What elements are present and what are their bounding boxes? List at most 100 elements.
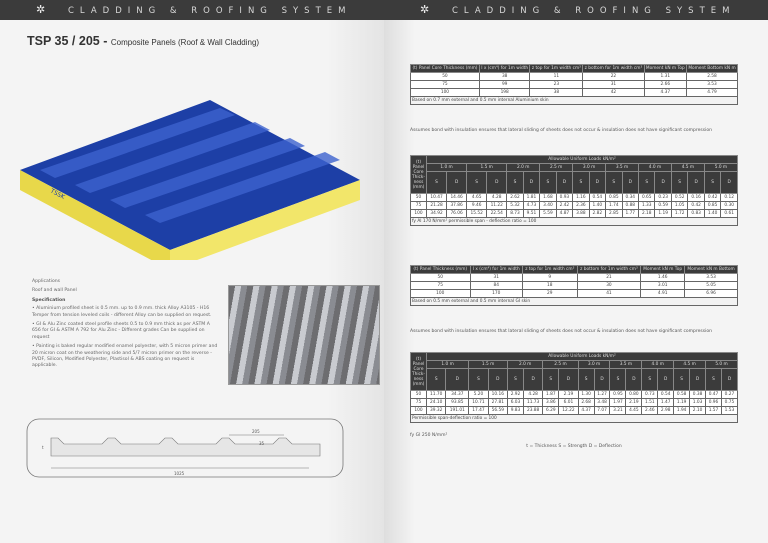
deflection-header: D (687, 171, 705, 194)
profile-drawing: 205 35 t 1025 (26, 418, 344, 478)
table-row: 75 21.28 37.86 9.46 11.22 5.32 4.73 3.40 2.42 2.3… (410, 201, 738, 210)
applications-heading: Applications (32, 279, 61, 284)
table-cell: 0.27 (720, 390, 739, 399)
table-cell: 10.16 (487, 390, 509, 399)
table-note: fy Al 170 N/mm² permissible span - defle… (410, 217, 738, 226)
strength-header: S (637, 171, 656, 194)
strength-header: S (506, 171, 524, 194)
table-cell: 191.01 (445, 406, 470, 415)
table-note: Permissible span-deflection ratio = 100 (410, 414, 738, 423)
table-cell: 0.54 (588, 193, 607, 202)
table-cell: 9.51 (522, 209, 541, 218)
table-cell: 1.53 (720, 406, 739, 415)
table-cell: 0.61 (720, 209, 738, 218)
table-cell: 170 (469, 289, 523, 298)
column-header: z bottom for 1m width cm³ (576, 265, 642, 274)
span-header: 1.0 m (425, 360, 470, 369)
table-cell: 9.83 (507, 406, 524, 415)
column-header: I x (cm⁴) for 1m width (469, 265, 523, 274)
column-header: (t) Panel Thickness (mm) (410, 265, 471, 274)
table-cell: 1.74 (605, 201, 623, 210)
column-header: (t) Panel Core Thickness (mm) (410, 64, 480, 73)
table-cell: 1.19 (673, 398, 691, 407)
table-cell: 6.96 (684, 289, 738, 298)
table-cell: 27.81 (487, 398, 509, 407)
table-cell: 30 (576, 281, 642, 290)
section-properties-table-aluminium: (t) Panel Core Thickness (mm) I x (cm⁴) f… (410, 64, 739, 105)
strength-header: S (468, 368, 489, 391)
pitch-dimension: 205 (252, 429, 260, 434)
table-cell: 7.07 (593, 406, 611, 415)
thickness-dimension: t (42, 445, 44, 450)
table-cell: 0.85 (605, 193, 623, 202)
span-header: 1.5 m (468, 360, 509, 369)
table-cell: 3.21 (609, 406, 627, 415)
span-header: 4.0 m (641, 360, 675, 369)
deflection-header: D (522, 171, 541, 194)
table-cell: 0.83 (687, 209, 705, 218)
specification-heading: Specification (32, 297, 66, 303)
deflection-header: D (625, 368, 643, 391)
table-cell: 2.46 (641, 406, 659, 415)
table-cell: 1.81 (522, 193, 541, 202)
column-header: (t) Panel Core Thick-ness (mm) (410, 352, 427, 391)
deflection-header: D (593, 368, 611, 391)
deflection-header: D (487, 368, 509, 391)
deflection-header: D (522, 368, 544, 391)
table-cell: 0.96 (705, 398, 722, 407)
strength-header: S (641, 368, 659, 391)
table-cell: 1.46 (640, 273, 686, 282)
table-cell: 6.29 (542, 406, 560, 415)
table-cell: 50 (410, 273, 471, 282)
table-cell: 1.27 (593, 390, 611, 399)
table-cell: 1.47 (657, 398, 675, 407)
table-cell: 1.31 (643, 72, 687, 81)
table-cell: 0.42 (703, 193, 722, 202)
table-cell: 1.94 (673, 406, 691, 415)
table-row: 50 38 11 22 1.31 2.58 (410, 72, 739, 81)
span-header: 2.5 m (539, 163, 574, 172)
header-right: ✲ CLADDING & ROOFING SYSTEM (384, 0, 768, 20)
span-header: 3.0 m (572, 163, 607, 172)
strength-header: S (609, 368, 627, 391)
table-cell: 100 (410, 88, 480, 97)
table-cell: 37.86 (446, 201, 468, 210)
width-dimension: 1025 (174, 471, 185, 476)
table-cell: 3.86 (542, 398, 560, 407)
table-cell: 2.18 (637, 209, 656, 218)
table-cell: 0.88 (621, 201, 640, 210)
table-cell: 2.66 (643, 80, 687, 89)
table-cell: 0.38 (689, 390, 707, 399)
table-cell: 0.34 (621, 193, 640, 202)
table-cell: 2.85 (605, 209, 623, 218)
table-cell: 23 (529, 80, 584, 89)
table-cell: 100 (410, 209, 427, 218)
table-cell: 1.16 (572, 193, 590, 202)
table-cell: 0.85 (703, 201, 722, 210)
span-header: 4.0 m (638, 163, 672, 172)
spec-item: • Painting is baked regular modified ena… (32, 344, 218, 369)
table-cell: 5.05 (684, 281, 738, 290)
table-cell: 0.16 (687, 193, 705, 202)
table-cell: 0.59 (654, 201, 672, 210)
strength-header: S (572, 171, 590, 194)
table-row: 75 24.10 93.85 10.71 27.81 6.03 11.73 3.86 6.01 2… (410, 398, 739, 407)
column-header: (t) Panel Core Thick-ness (mm) (410, 155, 427, 194)
table-cell: 11.22 (486, 201, 508, 210)
table-cell: 34.92 (425, 209, 448, 218)
table-cell: 1.30 (577, 390, 595, 399)
table-cell: 3.01 (640, 281, 686, 290)
span-header: 1.5 m (466, 163, 508, 172)
table-cell: 24.10 (425, 398, 447, 407)
table-cell: 23.88 (522, 406, 544, 415)
header-title: CLADDING & ROOFING SYSTEM (452, 6, 736, 16)
table-cell: 2.19 (558, 390, 579, 399)
table-cell: 3.88 (572, 209, 590, 218)
table-cell: 15.52 (466, 209, 488, 218)
header-row: (t) Panel Core Thickness (mm) I x (cm⁴) f… (410, 64, 739, 73)
span-header: 4.5 m (673, 360, 707, 369)
product-subtitle: Composite Panels (Roof & Wall Cladding) (110, 38, 260, 47)
table-cell: 2.68 (577, 398, 595, 407)
table-cell: 1.03 (689, 398, 707, 407)
table-cell: 9 (521, 273, 578, 282)
